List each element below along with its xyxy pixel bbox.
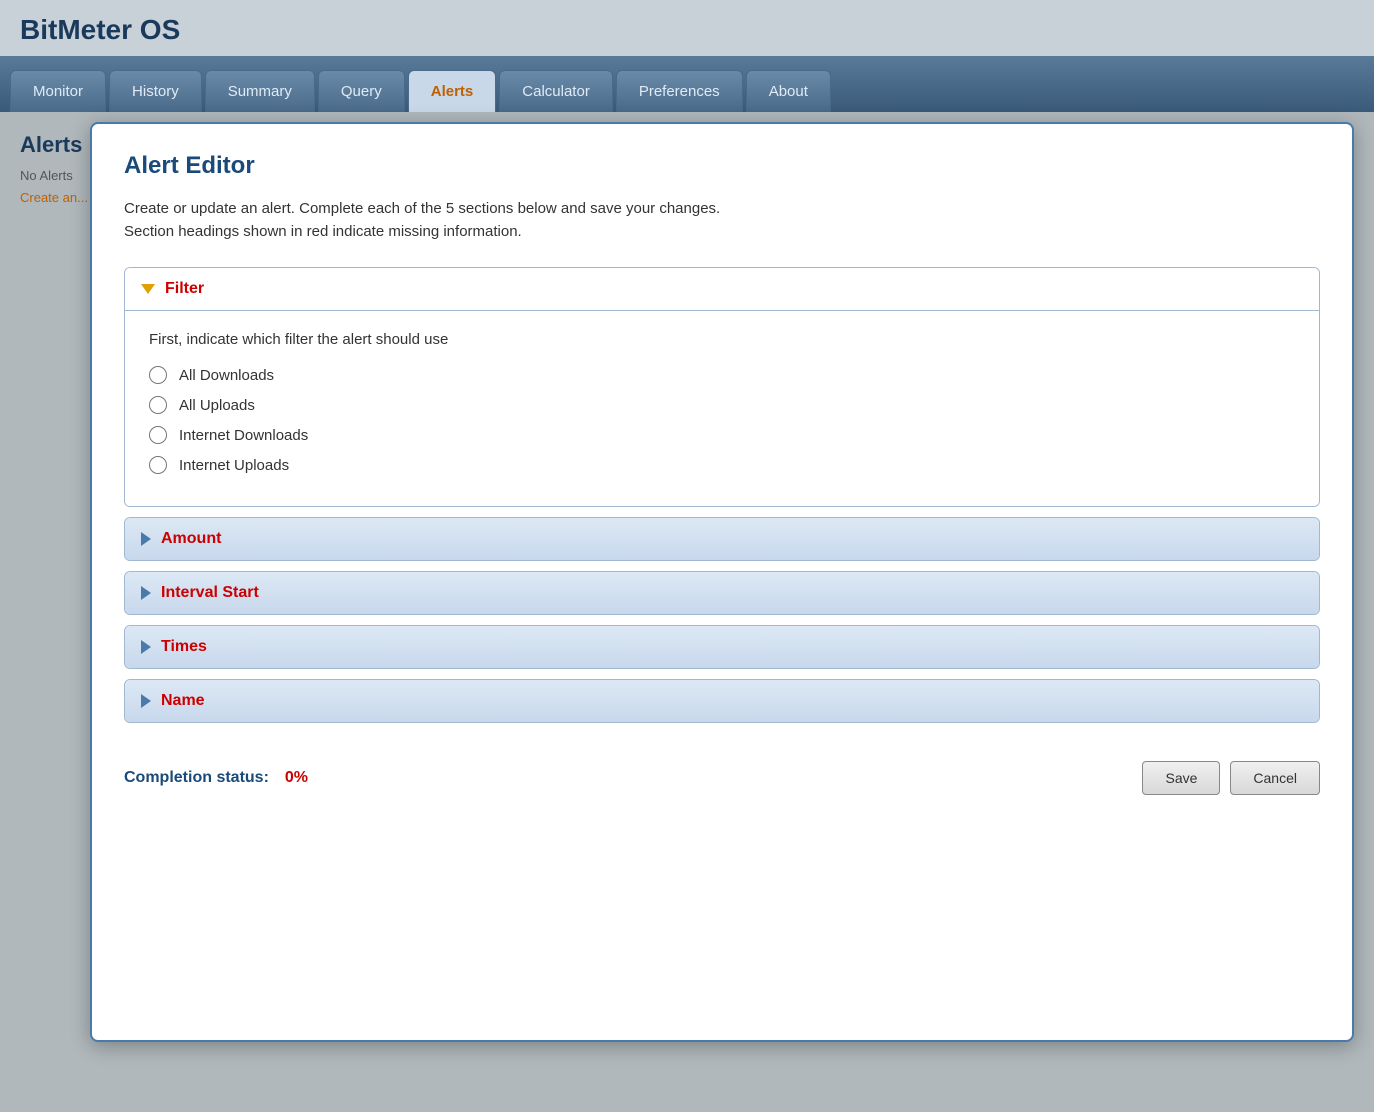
filter-description: First, indicate which filter the alert s…	[149, 331, 1295, 348]
times-arrow-icon	[141, 640, 151, 654]
filter-section-content: First, indicate which filter the alert s…	[125, 311, 1319, 506]
interval-start-section: Interval Start	[124, 571, 1320, 615]
modal-title: Alert Editor	[124, 152, 1320, 180]
all-uploads-label: All Uploads	[179, 397, 255, 414]
all-downloads-label: All Downloads	[179, 367, 274, 384]
filter-section-header[interactable]: Filter	[125, 268, 1319, 311]
nav-bar: Monitor History Summary Query Alerts Cal…	[0, 56, 1374, 112]
completion-label: Completion status:	[124, 769, 269, 787]
modal-desc-line2: Section headings shown in red indicate m…	[124, 223, 522, 240]
modal-desc-line1: Create or update an alert. Complete each…	[124, 200, 720, 217]
amount-section-header[interactable]: Amount	[125, 518, 1319, 560]
internet-uploads-label: Internet Uploads	[179, 457, 289, 474]
app-header: BitMeter OS	[0, 0, 1374, 56]
modal-description: Create or update an alert. Complete each…	[124, 198, 1320, 243]
tab-monitor[interactable]: Monitor	[10, 70, 106, 112]
name-section: Name	[124, 679, 1320, 723]
tab-alerts[interactable]: Alerts	[408, 70, 497, 112]
footer-buttons: Save Cancel	[1142, 761, 1320, 795]
internet-downloads-label: Internet Downloads	[179, 427, 308, 444]
interval-start-arrow-icon	[141, 586, 151, 600]
alert-editor-modal: Alert Editor Create or update an alert. …	[90, 122, 1354, 1042]
radio-all-uploads[interactable]	[149, 396, 167, 414]
app-title: BitMeter OS	[20, 14, 1354, 46]
interval-start-section-title: Interval Start	[161, 584, 259, 602]
amount-section-title: Amount	[161, 530, 221, 548]
modal-footer: Completion status: 0% Save Cancel	[124, 751, 1320, 795]
filter-arrow-icon	[141, 284, 155, 294]
filter-option-all-uploads[interactable]: All Uploads	[149, 396, 1295, 414]
times-section: Times	[124, 625, 1320, 669]
times-section-header[interactable]: Times	[125, 626, 1319, 668]
create-alert-link[interactable]: Create an...	[20, 190, 88, 205]
filter-option-internet-uploads[interactable]: Internet Uploads	[149, 456, 1295, 474]
radio-internet-downloads[interactable]	[149, 426, 167, 444]
amount-arrow-icon	[141, 532, 151, 546]
radio-all-downloads[interactable]	[149, 366, 167, 384]
filter-section: Filter First, indicate which filter the …	[124, 267, 1320, 507]
name-section-header[interactable]: Name	[125, 680, 1319, 722]
tab-calculator[interactable]: Calculator	[499, 70, 613, 112]
filter-option-internet-downloads[interactable]: Internet Downloads	[149, 426, 1295, 444]
save-button[interactable]: Save	[1142, 761, 1220, 795]
filter-option-all-downloads[interactable]: All Downloads	[149, 366, 1295, 384]
name-arrow-icon	[141, 694, 151, 708]
filter-section-title: Filter	[165, 280, 204, 298]
tab-about[interactable]: About	[746, 70, 831, 112]
tab-summary[interactable]: Summary	[205, 70, 315, 112]
interval-start-section-header[interactable]: Interval Start	[125, 572, 1319, 614]
page-content: Alerts No Alerts Create an... Alert Edit…	[0, 112, 1374, 1112]
tab-preferences[interactable]: Preferences	[616, 70, 743, 112]
completion-value: 0%	[285, 769, 308, 787]
tab-query[interactable]: Query	[318, 70, 405, 112]
tab-history[interactable]: History	[109, 70, 202, 112]
name-section-title: Name	[161, 692, 205, 710]
times-section-title: Times	[161, 638, 207, 656]
cancel-button[interactable]: Cancel	[1230, 761, 1320, 795]
amount-section: Amount	[124, 517, 1320, 561]
radio-internet-uploads[interactable]	[149, 456, 167, 474]
